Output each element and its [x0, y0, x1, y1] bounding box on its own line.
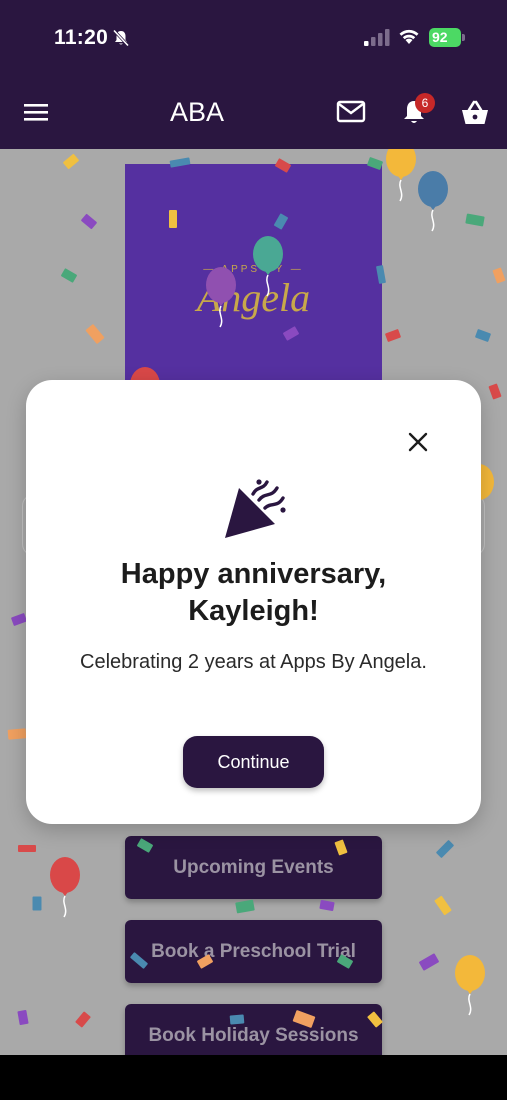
confetti-piece	[418, 953, 440, 971]
confetti-piece	[18, 845, 36, 852]
confetti-piece	[488, 383, 502, 400]
balloon-blue	[418, 171, 448, 232]
book-holiday-sessions-button[interactable]: Book Holiday Sessions	[125, 1004, 382, 1055]
continue-button[interactable]: Continue	[183, 736, 324, 788]
close-icon[interactable]	[406, 430, 430, 454]
app-title: ABA	[169, 97, 225, 127]
anniversary-dialog: Happy anniversary, Kayleigh! Celebrating…	[26, 380, 481, 824]
clock: 11:20	[54, 26, 109, 49]
confetti-piece	[7, 728, 27, 740]
cellular-signal-icon	[364, 29, 390, 46]
balloon-red	[50, 857, 80, 918]
battery-level: 92	[432, 29, 448, 45]
confetti-piece	[10, 612, 28, 627]
confetti-piece	[319, 899, 335, 912]
home-indicator-area	[0, 1055, 507, 1100]
balloon-yellow	[455, 955, 485, 1016]
battery-indicator: 92	[429, 28, 465, 47]
confetti-piece	[85, 323, 105, 345]
dialog-message: Celebrating 2 years at Apps By Angela.	[80, 651, 427, 673]
confetti-piece	[465, 213, 485, 227]
balloon-green	[253, 236, 283, 297]
dialog-title: Happy anniversary, Kayleigh!	[46, 556, 461, 630]
balloon-yellow	[386, 149, 416, 202]
confetti-piece	[235, 899, 255, 914]
confetti-piece	[229, 1014, 245, 1025]
confetti-piece	[32, 896, 42, 911]
confetti-piece	[384, 328, 402, 343]
balloon-purple	[206, 267, 236, 328]
mail-icon[interactable]	[336, 99, 366, 125]
confetti-piece	[75, 1011, 91, 1028]
dialog-title-line1: Happy anniversary,	[120, 558, 387, 590]
silent-mode-icon	[112, 29, 130, 47]
confetti-piece	[435, 839, 455, 859]
app-bar: ABA 6	[0, 75, 507, 149]
book-preschool-trial-button[interactable]: Book a Preschool Trial	[125, 920, 382, 983]
battery-tip	[462, 34, 465, 41]
confetti-piece	[60, 268, 78, 283]
confetti-piece	[169, 210, 177, 228]
confetti-piece	[434, 895, 452, 916]
confetti-piece	[62, 153, 80, 170]
confetti-piece	[474, 328, 492, 343]
shopping-basket-icon[interactable]	[460, 99, 490, 127]
wifi-icon	[399, 29, 419, 44]
confetti-piece	[492, 267, 506, 284]
notification-count-badge: 6	[415, 93, 435, 113]
confetti-piece	[17, 1009, 29, 1026]
confetti-piece	[80, 213, 98, 230]
party-popper-icon	[225, 479, 286, 538]
status-bar: 11:20 92	[0, 0, 507, 75]
dialog-title-line2: Kayleigh!	[188, 595, 319, 627]
